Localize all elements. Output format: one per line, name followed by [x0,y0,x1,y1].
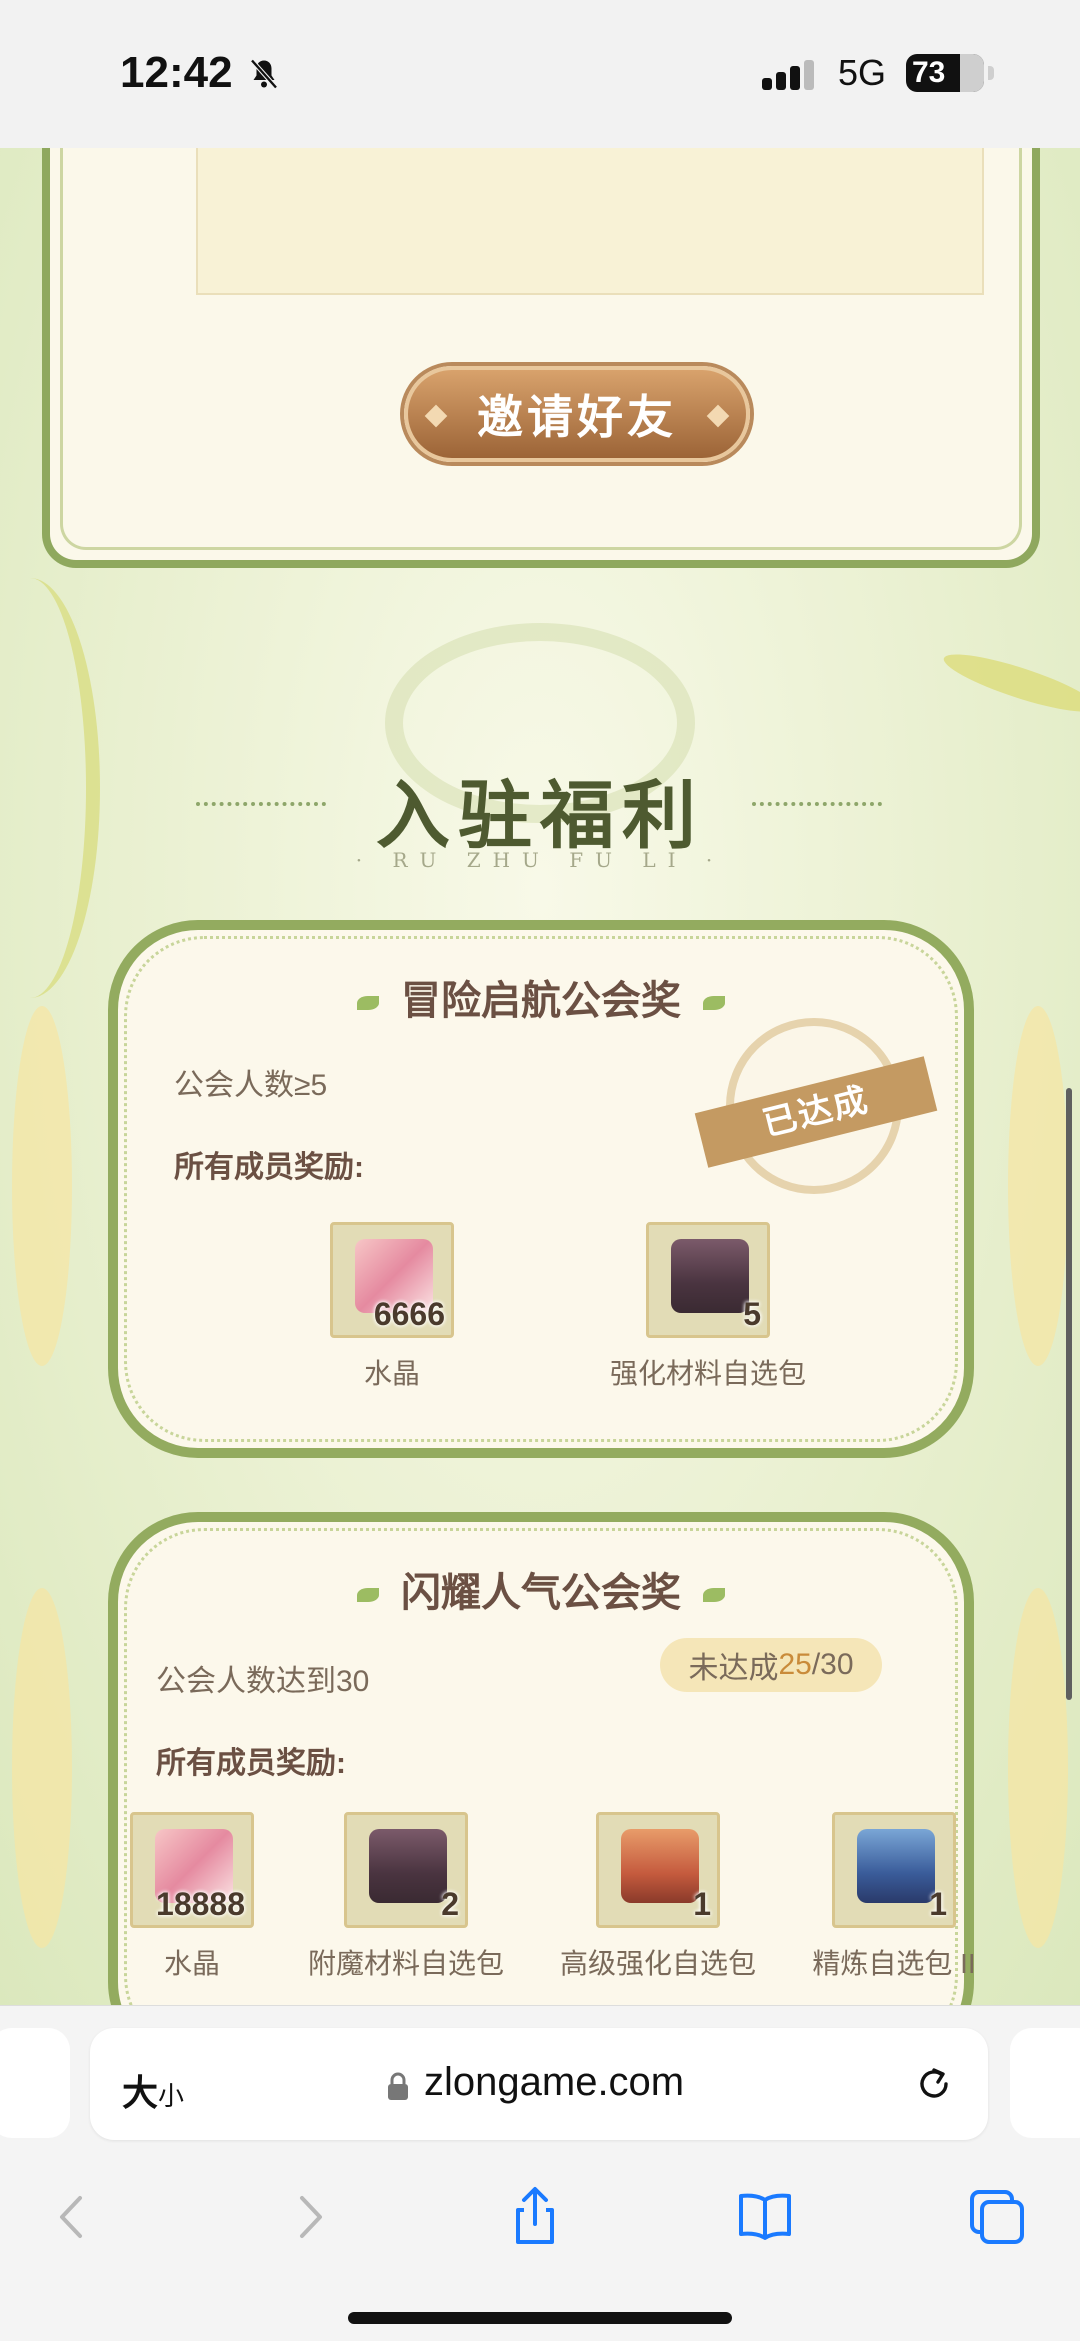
item-qty: 5 [743,1296,761,1332]
tabs-icon[interactable] [964,2184,1030,2250]
item-name: 水晶 [163,1948,220,1979]
text-size-button[interactable]: 大小 [122,2064,184,2116]
chest-icon [621,1829,699,1903]
chest-icon [671,1239,749,1313]
lock-icon [388,2072,408,2100]
item-qty: 6666 [373,1296,445,1332]
card-glow-left [12,1588,72,1948]
chest-icon [369,1829,447,1903]
item-name: 精炼自选包 II [812,1948,976,1979]
browser-toolbar [0,2166,1080,2266]
card-condition: 公会人数≥5 [174,1069,328,1102]
leaf-icon [703,1588,725,1603]
reward-item[interactable]: 1 精炼自选包 II [794,1812,994,1982]
url-domain: zlongame.com [424,2060,685,2104]
network-type: 5G [838,52,887,93]
item-qty: 1 [929,1886,947,1922]
item-name: 附魔材料自选包 [307,1948,504,1979]
invite-panel: 邀请好友 [42,148,1040,568]
progress-badge: 未达成 25/30 [660,1638,882,1692]
web-content: 邀请好友 入驻福利 · RU ZHU FU LI · 冒险启航公会奖 公会人数≥… [0,148,1080,2005]
invite-textbox [196,148,984,295]
leaf-icon [357,1588,379,1603]
section-subtitle: · RU ZHU FU LI · [355,848,725,872]
decorative-leaf [939,644,1080,722]
reward-item[interactable]: 1 高级强化自选包 [558,1812,758,1982]
mute-bell-icon [250,59,278,89]
back-icon[interactable] [40,2184,106,2250]
item-name: 强化材料自选包 [609,1358,806,1389]
leaf-icon [357,996,379,1011]
next-tab[interactable] [1010,2028,1080,2138]
battery-icon: 73 [906,54,994,92]
address-bar[interactable]: 大小 zlongame.com [90,2028,988,2140]
card-title: 闪耀人气公会奖 [118,1560,964,1618]
leaf-icon [703,996,725,1011]
reward-item[interactable]: 2 附魔材料自选包 [306,1812,506,1982]
forward-icon[interactable] [276,2184,342,2250]
reward-item[interactable]: 18888 水晶 [92,1812,292,1982]
scrollbar[interactable] [1066,1088,1072,1700]
share-icon[interactable] [502,2184,568,2250]
card-glow-right [1008,1588,1068,1948]
item-name: 水晶 [363,1358,420,1389]
card-title: 冒险启航公会奖 [118,968,964,1026]
clock: 12:42 [120,48,233,97]
achieved-stamp: 已达成 [694,1018,938,1194]
home-indicator[interactable] [348,2312,732,2324]
item-qty: 1 [693,1886,711,1922]
section-title: 入驻福利 [376,773,704,859]
reward-item[interactable]: 6666 水晶 [292,1222,492,1392]
card-condition: 公会人数达到30 [156,1665,370,1698]
rewards-label: 所有成员奖励: [174,1151,364,1184]
battery-level: 73 [912,56,946,89]
card-glow-right [1008,1006,1068,1366]
invite-friends-button[interactable]: 邀请好友 [404,366,750,462]
reward-item[interactable]: 5 强化材料自选包 [608,1222,808,1392]
status-bar: 12:42 5G 73 [0,0,1080,148]
reload-icon[interactable] [912,2062,956,2106]
signal-icon [762,60,814,90]
item-qty: 18888 [156,1886,245,1922]
item-name: 高级强化自选包 [559,1948,756,1979]
reward-card-adventure: 冒险启航公会奖 公会人数≥5 所有成员奖励: 6666 水晶 5 强化材料自选包 [108,920,974,1458]
previous-tab[interactable] [0,2028,70,2138]
reward-card-popularity: 闪耀人气公会奖 公会人数达到30 所有成员奖励: 18888 水晶 2 附魔材料… [108,1512,976,2005]
browser-chrome: 大小 zlongame.com [0,2005,1080,2341]
bookmarks-icon[interactable] [732,2184,798,2250]
item-qty: 2 [441,1886,459,1922]
rewards-label: 所有成员奖励: [156,1747,346,1780]
chest-icon [857,1829,935,1903]
card-glow-left [12,1006,72,1366]
